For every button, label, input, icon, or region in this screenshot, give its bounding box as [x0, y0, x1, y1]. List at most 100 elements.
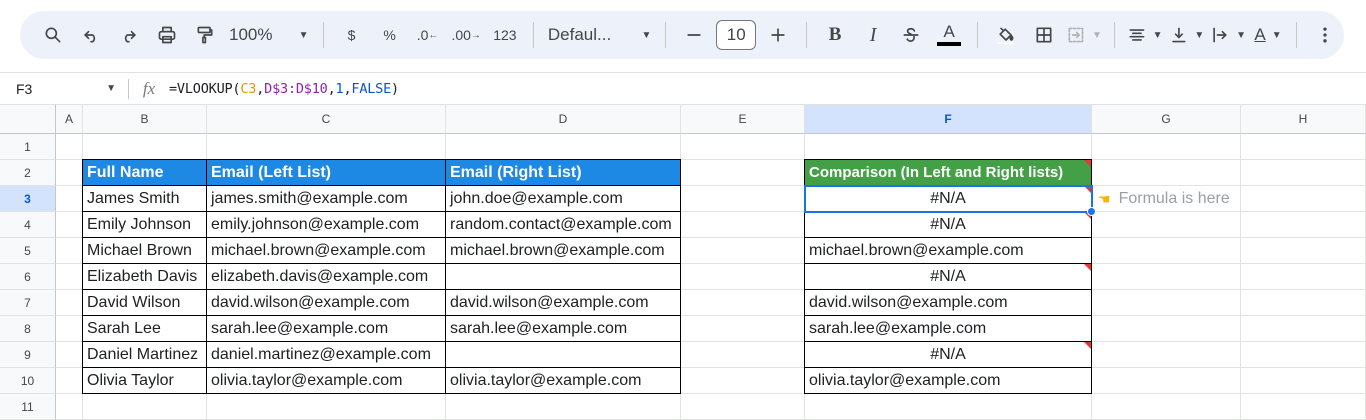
table-cell[interactable]: elizabeth.davis@example.com — [206, 263, 446, 290]
redo-button[interactable] — [113, 19, 145, 51]
cell[interactable] — [1092, 290, 1241, 316]
increase-font-size-button[interactable] — [762, 19, 794, 51]
cell[interactable] — [56, 316, 83, 342]
cell[interactable] — [56, 238, 83, 264]
search-menus-button[interactable] — [37, 19, 69, 51]
cell[interactable] — [446, 394, 681, 420]
decrease-decimal-button[interactable]: .0 ← — [412, 19, 444, 51]
error-cell[interactable]: #N/A — [804, 185, 1092, 212]
row-header-4[interactable]: 4 — [0, 212, 56, 238]
table-cell[interactable]: sarah.lee@example.com — [206, 315, 446, 342]
comparison-header-cell[interactable]: Comparison (In Left and Right lists) — [804, 159, 1092, 186]
cell[interactable] — [681, 212, 805, 238]
column-header-f[interactable]: F — [805, 104, 1092, 134]
paint-format-button[interactable] — [189, 19, 221, 51]
cell[interactable] — [805, 394, 1092, 420]
cell[interactable] — [1092, 316, 1241, 342]
comparison-cell[interactable]: david.wilson@example.com — [804, 289, 1092, 316]
cell[interactable] — [1241, 342, 1366, 368]
table-cell[interactable]: michael.brown@example.com — [206, 237, 446, 264]
table-header-cell[interactable]: Full Name — [82, 159, 207, 186]
table-cell[interactable]: emily.johnson@example.com — [206, 211, 446, 238]
cell[interactable] — [1241, 160, 1366, 186]
cell[interactable] — [681, 186, 805, 212]
cell[interactable] — [681, 238, 805, 264]
cell[interactable] — [681, 316, 805, 342]
row-header-2[interactable]: 2 — [0, 160, 56, 186]
more-formats-button[interactable]: 123 — [489, 19, 521, 51]
comparison-cell[interactable]: olivia.taylor@example.com — [804, 367, 1092, 394]
table-cell[interactable]: sarah.lee@example.com — [445, 315, 681, 342]
row-header-6[interactable]: 6 — [0, 264, 56, 290]
column-header-b[interactable]: B — [83, 104, 207, 134]
cell[interactable] — [1092, 160, 1241, 186]
row-header-9[interactable]: 9 — [0, 342, 56, 368]
cell[interactable] — [681, 342, 805, 368]
cell[interactable] — [1092, 394, 1241, 420]
table-cell[interactable]: Emily Johnson — [82, 211, 207, 238]
cell[interactable] — [56, 394, 83, 420]
cell[interactable] — [56, 186, 83, 212]
table-cell[interactable]: daniel.martinez@example.com — [206, 341, 446, 368]
table-cell[interactable]: Michael Brown — [82, 237, 207, 264]
row-header-3[interactable]: 3 — [0, 186, 56, 212]
select-all-corner[interactable] — [0, 104, 56, 134]
cell[interactable] — [1241, 264, 1366, 290]
column-header-h[interactable]: H — [1241, 104, 1366, 134]
table-cell[interactable]: Elizabeth Davis — [82, 263, 207, 290]
error-cell[interactable]: #N/A — [804, 263, 1092, 290]
cell[interactable] — [1241, 238, 1366, 264]
cell[interactable] — [56, 264, 83, 290]
fill-handle[interactable] — [1087, 207, 1096, 216]
cell[interactable] — [1241, 394, 1366, 420]
table-cell[interactable]: david.wilson@example.com — [445, 289, 681, 316]
column-header-c[interactable]: C — [207, 104, 446, 134]
increase-decimal-button[interactable]: .00 → — [450, 19, 483, 51]
text-rotation-button[interactable]: A ▼ — [1252, 19, 1284, 51]
cell[interactable] — [1241, 290, 1366, 316]
cell[interactable] — [83, 394, 207, 420]
name-box[interactable]: F3 ▼ — [0, 73, 128, 105]
cell[interactable] — [1092, 134, 1241, 160]
cell[interactable] — [1092, 212, 1241, 238]
cell[interactable] — [56, 134, 83, 160]
cell[interactable] — [681, 290, 805, 316]
cell[interactable] — [56, 290, 83, 316]
cell[interactable] — [805, 134, 1092, 160]
table-cell[interactable]: david.wilson@example.com — [206, 289, 446, 316]
cell[interactable] — [1092, 342, 1241, 368]
column-header-a[interactable]: A — [56, 104, 83, 134]
row-header-11[interactable]: 11 — [0, 394, 56, 420]
cell[interactable] — [56, 160, 83, 186]
zoom-select[interactable]: 100% ▼ — [227, 19, 311, 51]
table-cell[interactable] — [445, 341, 681, 368]
cell[interactable] — [681, 394, 805, 420]
bold-button[interactable]: B — [819, 19, 851, 51]
table-header-cell[interactable]: Email (Right List) — [445, 159, 681, 186]
cell[interactable] — [207, 134, 446, 160]
error-cell[interactable]: #N/A — [804, 341, 1092, 368]
font-size-input[interactable]: 10 — [716, 20, 757, 50]
formula-input[interactable]: =VLOOKUP(C3,D$3:D$10,1,FALSE) — [169, 81, 399, 97]
more-options-button[interactable] — [1309, 19, 1341, 51]
table-cell[interactable]: Daniel Martinez — [82, 341, 207, 368]
cell[interactable] — [1092, 264, 1241, 290]
row-header-5[interactable]: 5 — [0, 238, 56, 264]
table-cell[interactable]: Olivia Taylor — [82, 367, 207, 394]
cell[interactable] — [56, 342, 83, 368]
table-cell[interactable]: olivia.taylor@example.com — [445, 367, 681, 394]
decrease-font-size-button[interactable] — [678, 19, 710, 51]
cell[interactable] — [446, 134, 681, 160]
vertical-align-button[interactable]: ▼ — [1169, 19, 1204, 51]
format-percent-button[interactable]: % — [374, 19, 406, 51]
table-cell[interactable]: john.doe@example.com — [445, 185, 681, 212]
cell[interactable] — [1241, 134, 1366, 160]
font-family-select[interactable]: Defaul... ▼ — [546, 19, 653, 51]
cell[interactable] — [1241, 186, 1366, 212]
table-cell[interactable]: Sarah Lee — [82, 315, 207, 342]
merge-cells-button[interactable]: ▼ — [1066, 19, 1102, 51]
fill-color-button[interactable] — [990, 19, 1022, 51]
table-cell[interactable]: james.smith@example.com — [206, 185, 446, 212]
cell[interactable] — [681, 134, 805, 160]
comparison-cell[interactable]: sarah.lee@example.com — [804, 315, 1092, 342]
